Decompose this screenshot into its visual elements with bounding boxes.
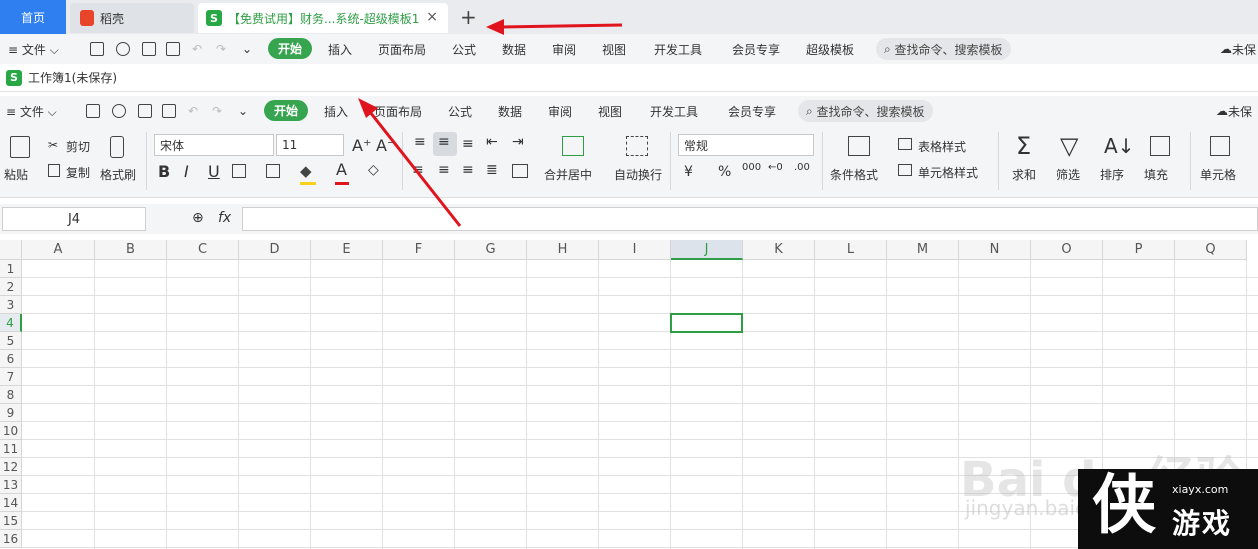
xiayx-game-label: 游戏 [1172,507,1233,540]
xiayx-site-label: xiayx.com [1172,483,1229,496]
red-arrowhead [486,19,504,35]
xiayx-logo: 侠 [1092,469,1156,543]
red-arrow-to-add-tab [501,23,623,29]
red-arrowhead [358,98,378,118]
red-arrow-to-insert-tab [368,111,462,227]
